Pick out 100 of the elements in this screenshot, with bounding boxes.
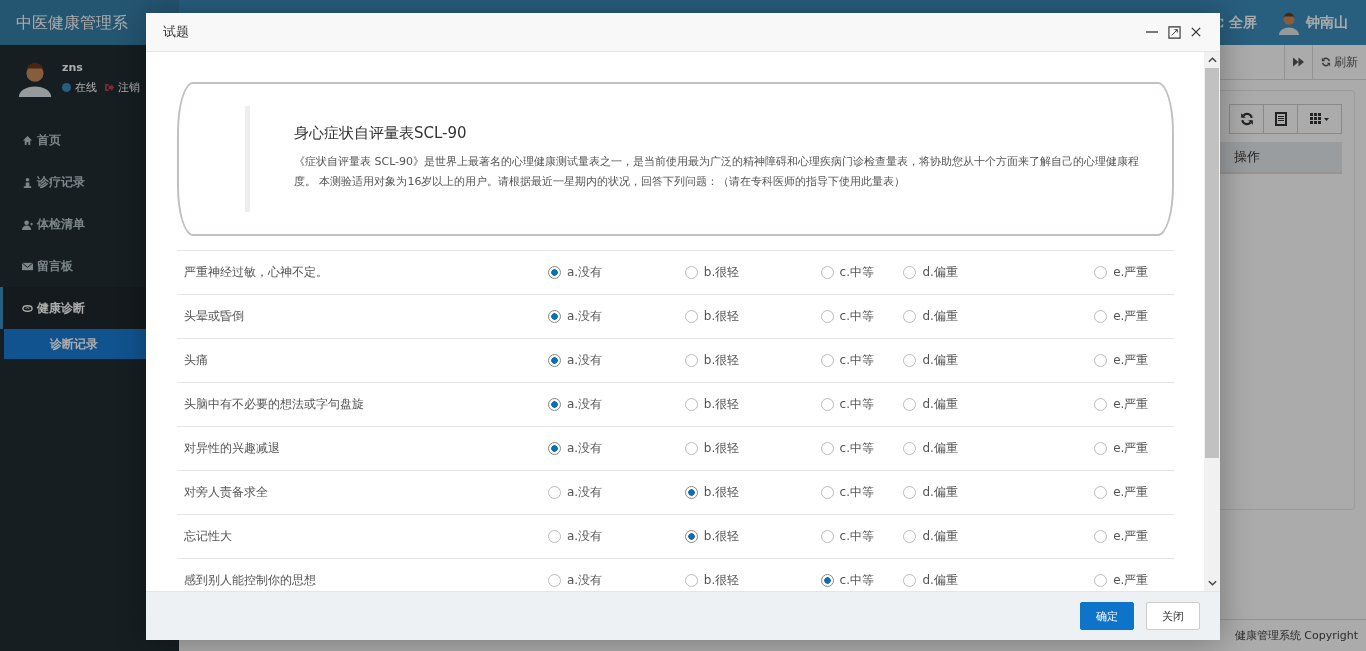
radio-button[interactable] bbox=[548, 266, 561, 279]
menu-item[interactable]: 留言板 bbox=[0, 245, 179, 287]
answer-option[interactable]: d.偏重 bbox=[903, 308, 1095, 325]
answer-option[interactable]: c.中等 bbox=[820, 396, 904, 413]
radio-button[interactable] bbox=[820, 266, 834, 279]
radio-button[interactable] bbox=[820, 574, 834, 587]
answer-option[interactable]: b.很轻 bbox=[684, 264, 821, 281]
menu-item[interactable]: 首页 bbox=[0, 119, 179, 161]
answer-option[interactable]: a.没有 bbox=[548, 308, 685, 325]
radio-button[interactable] bbox=[1094, 442, 1108, 455]
answer-option[interactable]: a.没有 bbox=[548, 572, 685, 589]
menu-item[interactable]: 体检清单 bbox=[0, 203, 179, 245]
answer-option[interactable]: a.没有 bbox=[548, 264, 685, 281]
answer-option[interactable]: c.中等 bbox=[820, 264, 904, 281]
answer-option[interactable]: e.严重 bbox=[1094, 440, 1174, 457]
menu-item[interactable]: 诊疗记录 bbox=[0, 161, 179, 203]
question-text: 头痛 bbox=[183, 352, 209, 369]
radio-button[interactable] bbox=[548, 530, 561, 543]
close-button[interactable]: 关闭 bbox=[1146, 602, 1200, 630]
answer-option[interactable]: c.中等 bbox=[820, 572, 904, 589]
answer-option[interactable]: d.偏重 bbox=[903, 352, 1095, 369]
fast-forward-icon bbox=[1293, 57, 1304, 67]
radio-button[interactable] bbox=[903, 354, 917, 367]
radio-button[interactable] bbox=[548, 486, 561, 499]
radio-button[interactable] bbox=[820, 442, 834, 455]
answer-option[interactable]: c.中等 bbox=[820, 484, 904, 501]
logout-link[interactable]: 注销 bbox=[105, 80, 140, 95]
answer-option[interactable]: e.严重 bbox=[1094, 528, 1174, 545]
radio-button[interactable] bbox=[903, 442, 917, 455]
answer-option[interactable]: d.偏重 bbox=[903, 264, 1095, 281]
radio-button[interactable] bbox=[684, 310, 698, 323]
answer-option[interactable]: c.中等 bbox=[820, 440, 904, 457]
answer-option[interactable]: b.很轻 bbox=[684, 352, 821, 369]
answer-option[interactable]: b.很轻 bbox=[684, 440, 821, 457]
answer-option[interactable]: a.没有 bbox=[548, 528, 685, 545]
answer-option[interactable]: a.没有 bbox=[548, 484, 685, 501]
answer-option[interactable]: d.偏重 bbox=[903, 440, 1095, 457]
answer-option[interactable]: a.没有 bbox=[548, 352, 685, 369]
avatar-icon bbox=[1277, 10, 1301, 35]
radio-button[interactable] bbox=[820, 530, 834, 543]
radio-button[interactable] bbox=[903, 486, 917, 499]
answer-option[interactable]: d.偏重 bbox=[903, 396, 1095, 413]
answer-option[interactable]: d.偏重 bbox=[903, 484, 1095, 501]
radio-button[interactable] bbox=[903, 310, 917, 323]
answer-option[interactable]: b.很轻 bbox=[684, 396, 821, 413]
radio-button[interactable] bbox=[903, 398, 917, 411]
answer-option[interactable]: c.中等 bbox=[820, 528, 904, 545]
grid-icon bbox=[1308, 113, 1331, 125]
radio-button[interactable] bbox=[1094, 266, 1108, 279]
radio-button[interactable] bbox=[820, 354, 834, 367]
radio-button[interactable] bbox=[684, 442, 698, 455]
scrollbar[interactable] bbox=[1204, 52, 1220, 591]
radio-button[interactable] bbox=[548, 442, 561, 455]
online-dot-icon bbox=[62, 83, 71, 92]
answer-option[interactable]: e.严重 bbox=[1094, 308, 1174, 325]
radio-button[interactable] bbox=[1094, 310, 1108, 323]
confirm-button[interactable]: 确定 bbox=[1080, 602, 1134, 630]
radio-button[interactable] bbox=[820, 486, 834, 499]
refresh-button[interactable] bbox=[1229, 104, 1264, 134]
radio-button[interactable] bbox=[1094, 398, 1108, 411]
radio-button[interactable] bbox=[548, 398, 561, 411]
radio-button[interactable] bbox=[903, 530, 917, 543]
radio-button[interactable] bbox=[1094, 486, 1108, 499]
radio-button[interactable] bbox=[684, 354, 698, 367]
answer-option[interactable]: e.严重 bbox=[1094, 264, 1174, 281]
answer-option[interactable]: b.很轻 bbox=[684, 308, 821, 325]
add-user-icon bbox=[22, 218, 33, 230]
toggle-view-button[interactable] bbox=[1263, 104, 1298, 134]
scroll-thumb[interactable] bbox=[1205, 68, 1219, 458]
maximize-button[interactable] bbox=[1165, 23, 1184, 41]
answer-option[interactable]: e.严重 bbox=[1094, 572, 1174, 589]
radio-button[interactable] bbox=[684, 486, 698, 499]
radio-button[interactable] bbox=[548, 574, 561, 587]
answer-option[interactable]: a.没有 bbox=[548, 440, 685, 457]
radio-button[interactable] bbox=[1094, 354, 1108, 367]
radio-button[interactable] bbox=[684, 574, 698, 587]
answer-option[interactable]: e.严重 bbox=[1094, 484, 1174, 501]
radio-button[interactable] bbox=[820, 398, 834, 411]
answer-option[interactable]: c.中等 bbox=[820, 308, 904, 325]
radio-button[interactable] bbox=[684, 530, 698, 543]
answer-option[interactable]: b.很轻 bbox=[684, 484, 821, 501]
radio-button[interactable] bbox=[820, 310, 834, 323]
answer-option[interactable]: b.很轻 bbox=[684, 572, 821, 589]
answer-option[interactable]: d.偏重 bbox=[903, 572, 1095, 589]
radio-button[interactable] bbox=[903, 266, 917, 279]
answer-option[interactable]: e.严重 bbox=[1094, 396, 1174, 413]
answer-option[interactable]: d.偏重 bbox=[903, 528, 1095, 545]
columns-dropdown[interactable] bbox=[1297, 104, 1342, 134]
radio-button[interactable] bbox=[903, 574, 917, 587]
radio-button[interactable] bbox=[548, 354, 561, 367]
radio-button[interactable] bbox=[684, 398, 698, 411]
answer-option[interactable]: a.没有 bbox=[548, 396, 685, 413]
answer-option[interactable]: b.很轻 bbox=[684, 528, 821, 545]
radio-button[interactable] bbox=[684, 266, 698, 279]
refresh-button[interactable]: 刷新 bbox=[1312, 45, 1366, 79]
answer-option[interactable]: e.严重 bbox=[1094, 352, 1174, 369]
radio-button[interactable] bbox=[1094, 574, 1108, 587]
radio-button[interactable] bbox=[548, 310, 561, 323]
radio-button[interactable] bbox=[1094, 530, 1108, 543]
answer-option[interactable]: c.中等 bbox=[820, 352, 904, 369]
